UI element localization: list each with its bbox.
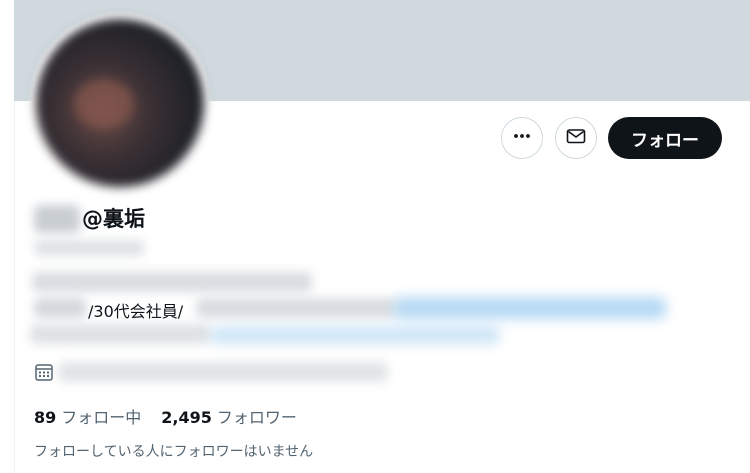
bio-line-1-redacted <box>32 272 312 292</box>
following-count: 89 <box>34 408 57 427</box>
username-redacted <box>34 240 144 256</box>
bio-line-3-link-redacted[interactable] <box>210 326 500 344</box>
direct-message-button[interactable] <box>555 117 597 159</box>
follow-stats: 89 フォロー中 2,495 フォロワー <box>34 404 297 428</box>
calendar-icon <box>34 362 54 382</box>
followers-label: フォロワー <box>216 408 297 427</box>
bio-line-2b-redacted <box>196 298 396 318</box>
follow-button[interactable]: フォロー <box>608 117 722 159</box>
followers-stat[interactable]: 2,495 フォロワー <box>161 404 297 428</box>
avatar[interactable] <box>36 19 204 187</box>
bio-link-redacted[interactable] <box>394 297 666 319</box>
joined-date-redacted <box>58 362 388 382</box>
profile-handle: @裏垢 <box>82 207 145 231</box>
following-label: フォロー中 <box>61 408 142 427</box>
more-options-button[interactable] <box>501 117 543 159</box>
following-stat[interactable]: 89 フォロー中 <box>34 404 141 428</box>
display-name-redacted <box>34 205 80 233</box>
more-dots-icon <box>512 126 532 150</box>
envelope-icon <box>566 126 586 150</box>
bio-line-2a-redacted <box>34 298 86 318</box>
followers-you-know-note: フォローしている人にフォロワーはいません <box>34 444 314 460</box>
bio-text: /30代会社員/ <box>88 302 184 321</box>
followers-count: 2,495 <box>161 408 212 427</box>
bio-line-3-redacted <box>30 324 210 344</box>
